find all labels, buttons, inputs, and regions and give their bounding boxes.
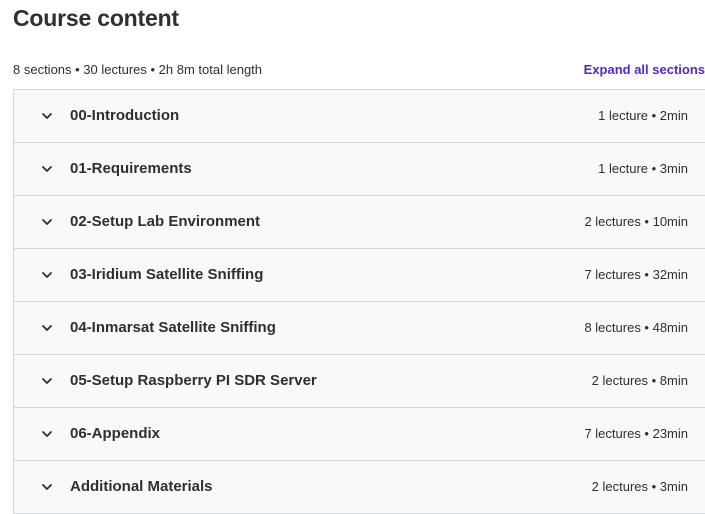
chevron-down-icon (41, 481, 53, 493)
section-04-inmarsat-satellite-sniffing[interactable]: 04-Inmarsat Satellite Sniffing 8 lecture… (14, 302, 705, 355)
section-title: 04-Inmarsat Satellite Sniffing (70, 319, 276, 336)
section-01-requirements[interactable]: 01-Requirements 1 lecture • 3min (14, 143, 705, 196)
section-title: 05-Setup Raspberry PI SDR Server (70, 372, 317, 389)
chevron-down-icon (41, 269, 53, 281)
section-02-setup-lab-environment[interactable]: 02-Setup Lab Environment 2 lectures • 10… (14, 196, 705, 249)
chevron-down-icon (41, 428, 53, 440)
page-title: Course content (13, 5, 179, 31)
section-title: 06-Appendix (70, 425, 161, 442)
chevron-down-icon (41, 375, 53, 387)
section-06-appendix[interactable]: 06-Appendix 7 lectures • 23min (14, 408, 705, 461)
course-summary-row: 8 sections • 30 lectures • 2h 8m total l… (13, 62, 705, 78)
section-meta: 2 lectures • 3min (591, 479, 688, 494)
section-03-iridium-satellite-sniffing[interactable]: 03-Iridium Satellite Sniffing 7 lectures… (14, 249, 705, 302)
section-meta: 7 lectures • 32min (584, 267, 688, 282)
course-summary: 8 sections • 30 lectures • 2h 8m total l… (13, 62, 263, 77)
expand-all-sections-button[interactable]: Expand all sections (584, 62, 705, 77)
section-title: 00-Introduction (70, 107, 180, 124)
chevron-down-icon (41, 163, 53, 175)
section-05-setup-raspberry-pi-sdr-server[interactable]: 05-Setup Raspberry PI SDR Server 2 lectu… (14, 355, 705, 408)
section-meta: 8 lectures • 48min (584, 320, 688, 335)
section-meta: 1 lecture • 3min (598, 161, 688, 176)
course-sections-list: 00-Introduction 1 lecture • 2min 01-Requ… (13, 89, 705, 514)
section-00-introduction[interactable]: 00-Introduction 1 lecture • 2min (14, 90, 705, 143)
chevron-down-icon (41, 110, 53, 122)
section-meta: 1 lecture • 2min (598, 108, 688, 123)
section-additional-materials[interactable]: Additional Materials 2 lectures • 3min (14, 461, 705, 513)
section-meta: 2 lectures • 8min (591, 373, 688, 388)
chevron-down-icon (41, 216, 53, 228)
chevron-down-icon (41, 322, 53, 334)
section-title: 01-Requirements (70, 160, 192, 177)
section-title: Additional Materials (70, 478, 213, 495)
section-title: 02-Setup Lab Environment (70, 213, 261, 230)
section-meta: 2 lectures • 10min (584, 214, 688, 229)
section-meta: 7 lectures • 23min (584, 426, 688, 441)
section-title: 03-Iridium Satellite Sniffing (70, 266, 264, 283)
